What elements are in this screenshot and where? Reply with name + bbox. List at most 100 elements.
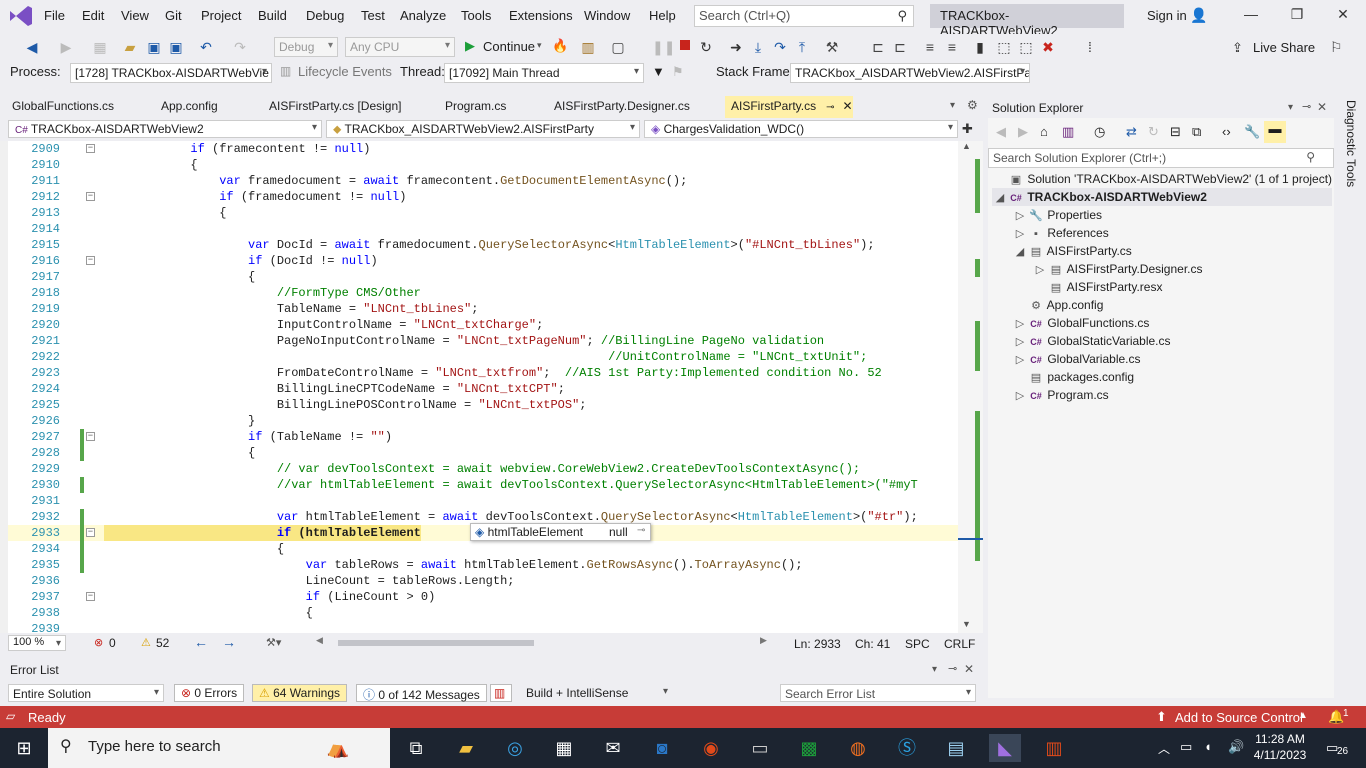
code-line[interactable]: 2921 PageNoInputControlName = "LNCnt_txt…	[8, 333, 958, 349]
code-line[interactable]: 2928 {	[8, 445, 958, 461]
code-line[interactable]: 2929 // var devToolsContext = await webv…	[8, 461, 958, 477]
code-line[interactable]: 2922 //UnitControlName = "LNCnt_txtUnit"…	[8, 349, 958, 365]
hot-reload-icon[interactable]: 🔥	[552, 38, 568, 54]
filter-icon[interactable]: ▼	[652, 64, 665, 79]
solexp-menu-icon[interactable]: ▾	[1288, 102, 1293, 113]
menu-edit[interactable]: Edit	[82, 8, 104, 23]
error-list-close-icon[interactable]: ✕	[964, 662, 974, 676]
solution-tree-item[interactable]: ▣ Solution 'TRACKbox-AISDARTWebView2' (1…	[992, 170, 1332, 188]
next-bookmark-icon[interactable]: ⬚	[1016, 36, 1036, 58]
error-list-menu-icon[interactable]: ▾	[932, 664, 937, 675]
code-line[interactable]: 2917 {	[8, 269, 958, 285]
store-icon[interactable]: ▦	[548, 734, 580, 762]
code-line[interactable]: 2924 BillingLineCPTCodeName = "LNCnt_txt…	[8, 381, 958, 397]
windows-start-icon[interactable]: ⊞	[8, 734, 40, 762]
continue-dropdown-icon[interactable]: ▾	[537, 40, 542, 51]
method-nav-select[interactable]: ◈ ChargesValidation_WDC()	[644, 120, 958, 138]
refresh-icon[interactable]: ↻	[1148, 124, 1159, 140]
forward-icon[interactable]: ▶	[56, 36, 76, 58]
editor-horizontal-scrollbar[interactable]: ◀ ▶	[316, 635, 771, 648]
code-line[interactable]: 2919 TableName = "LNCnt_tbLines";	[8, 301, 958, 317]
toolbar-misc2-icon[interactable]: ⊏	[890, 36, 910, 58]
chrome-icon[interactable]: ◉	[695, 734, 727, 762]
error-list-pin-icon[interactable]: ⊸	[948, 662, 957, 675]
view-code-icon[interactable]: ‹›	[1222, 124, 1231, 139]
code-line[interactable]: 2923 FromDateControlName = "LNCnt_txtfro…	[8, 365, 958, 381]
solution-tree-item[interactable]: ▤ AISFirstParty.resx	[992, 278, 1332, 296]
code-line[interactable]: 2934 {	[8, 541, 958, 557]
excel-icon[interactable]: ▩	[793, 734, 825, 762]
new-project-icon[interactable]: ▦	[90, 36, 110, 58]
code-line[interactable]: 2920 InputControlName = "LNCnt_txtCharge…	[8, 317, 958, 333]
prev-bookmark-icon[interactable]: ⬚	[994, 36, 1014, 58]
solution-tree-item[interactable]: ▤ packages.config	[992, 368, 1332, 386]
switch-views-icon[interactable]: ▥	[1062, 124, 1074, 140]
menu-build[interactable]: Build	[258, 8, 287, 23]
error-count[interactable]: 0	[109, 636, 116, 650]
screenshot-icon[interactable]: ▢	[608, 36, 628, 58]
code-line[interactable]: 2911 var framedocument = await framecont…	[8, 173, 958, 189]
build-intellisense-select[interactable]: Build + IntelliSense	[522, 684, 672, 702]
code-line[interactable]: 2937 − if (LineCount > 0)	[8, 589, 958, 605]
solution-tree-item[interactable]: ◢ ▤ AISFirstParty.cs	[992, 242, 1332, 260]
expand-arrow-icon[interactable]: ▷	[1012, 333, 1028, 351]
whitespace-status[interactable]: SPC	[905, 637, 930, 651]
breakpoint-margin[interactable]	[0, 141, 8, 633]
line-ending-status[interactable]: CRLF	[944, 637, 975, 651]
source-control-up-arrow-icon[interactable]: ▲	[1298, 710, 1308, 721]
code-line[interactable]: 2938 {	[8, 605, 958, 621]
fold-toggle-icon[interactable]: −	[86, 144, 95, 153]
class-nav-select[interactable]: ⬥ TRACKbox_AISDARTWebView2.AISFirstParty	[326, 120, 640, 138]
continue-button[interactable]: Continue	[483, 39, 535, 54]
edge-icon[interactable]: ◎	[499, 734, 531, 762]
fold-toggle-icon[interactable]: −	[86, 592, 95, 601]
show-next-statement-icon[interactable]: ➜	[726, 36, 746, 58]
flag-icon[interactable]: ⚑	[672, 64, 684, 80]
process-select[interactable]: [1728] TRACKbox-AISDARTWebVie	[70, 63, 272, 83]
errors-filter-button[interactable]: ⊗ 0 Errors	[174, 684, 245, 702]
solution-tree-item[interactable]: ▷ C# GlobalVariable.cs	[992, 350, 1332, 368]
error-scope-select[interactable]: Entire Solution	[8, 684, 164, 702]
taskbar-clock[interactable]: 11:28 AM 4/11/2023	[1250, 731, 1310, 763]
redo-icon[interactable]: ↷	[230, 36, 250, 58]
expand-arrow-icon[interactable]: ◢	[992, 189, 1008, 207]
tab-app-config[interactable]: App.config	[155, 96, 224, 118]
diagnostic-tools-tab[interactable]: Diagnostic Tools	[1338, 98, 1358, 298]
code-line[interactable]: 2927 − if (TableName != "")	[8, 429, 958, 445]
add-to-source-control[interactable]: Add to Source Control	[1175, 710, 1303, 725]
menu-file[interactable]: File	[44, 8, 65, 23]
scroll-right-icon[interactable]: ▶	[760, 635, 767, 646]
horizontal-scroll-thumb[interactable]	[338, 640, 534, 646]
properties-icon[interactable]: 🔧	[1244, 124, 1260, 140]
code-line[interactable]: 2914	[8, 221, 958, 237]
code-line[interactable]: 2935 var tableRows = await htmlTableElem…	[8, 557, 958, 573]
restart-icon[interactable]: ↻	[696, 36, 716, 58]
step-into-icon[interactable]: ⤓	[748, 36, 768, 58]
fold-toggle-icon[interactable]: −	[86, 256, 95, 265]
save-icon[interactable]: ▣	[144, 36, 164, 58]
terminal-icon[interactable]: ▭	[744, 734, 776, 762]
lifecycle-events-button[interactable]: Lifecycle Events	[298, 64, 392, 79]
menu-test[interactable]: Test	[361, 8, 385, 23]
tab-aisfirstparty-designer[interactable]: AISFirstParty.Designer.cs	[548, 96, 696, 118]
stop-icon[interactable]	[680, 40, 690, 50]
visual-studio-taskbar-icon[interactable]: ◣	[989, 734, 1021, 762]
code-line[interactable]: 2926 }	[8, 413, 958, 429]
warning-count[interactable]: 52	[156, 636, 169, 650]
step-over-icon[interactable]: ↷	[770, 36, 790, 58]
solution-tree-item[interactable]: ▷ C# GlobalStaticVariable.cs	[992, 332, 1332, 350]
solexp-pin-icon[interactable]: ⊸	[1302, 100, 1311, 113]
app-taskbar-icon[interactable]: ▥	[1038, 734, 1070, 762]
thread-select[interactable]: [17092] Main Thread	[444, 63, 644, 83]
menu-view[interactable]: View	[121, 8, 149, 23]
maximize-icon[interactable]: ❐	[1282, 6, 1312, 23]
warnings-filter-button[interactable]: ⚠ 64 Warnings	[252, 684, 348, 702]
menu-window[interactable]: Window	[584, 8, 630, 23]
code-line[interactable]: 2925 BillingLinePOSControlName = "LNCnt_…	[8, 397, 958, 413]
expand-arrow-icon[interactable]: ◢	[1012, 243, 1028, 261]
scroll-up-icon[interactable]: ▲	[962, 141, 972, 153]
outlook-icon[interactable]: ◙	[646, 734, 678, 762]
prev-issue-icon[interactable]: ←	[194, 634, 208, 650]
pending-changes-icon[interactable]: ◷	[1094, 124, 1105, 140]
notepad-icon[interactable]: ▤	[940, 734, 972, 762]
